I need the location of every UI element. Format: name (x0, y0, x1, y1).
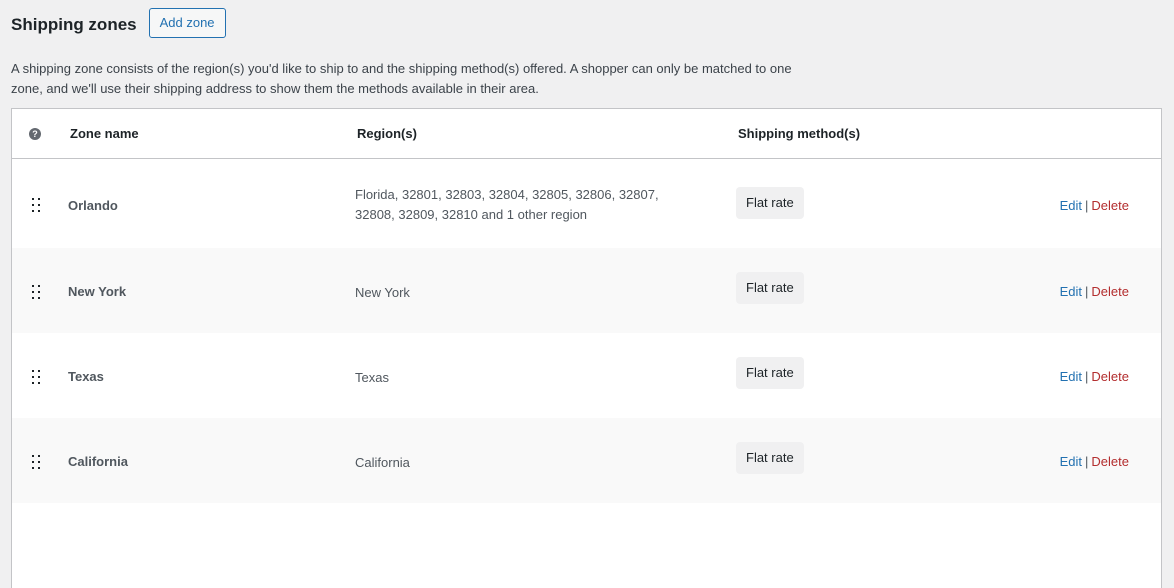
page-title: Shipping zones (11, 15, 137, 34)
zone-regions: California (355, 455, 410, 470)
row-actions: Edit | Delete (1060, 369, 1129, 384)
column-header-regions: Region(s) (357, 126, 417, 141)
shipping-method-badge: Flat rate (736, 272, 804, 304)
column-header-zone-name: Zone name (70, 126, 139, 141)
row-actions: Edit | Delete (1060, 284, 1129, 299)
zone-name[interactable]: California (68, 454, 128, 469)
help-icon[interactable]: ? (29, 128, 41, 140)
shipping-zones-table: ? Zone name Region(s) Shipping method(s)… (11, 108, 1162, 588)
zone-name[interactable]: Orlando (68, 198, 118, 213)
edit-link[interactable]: Edit (1060, 198, 1082, 213)
table-row: California California Flat rate Edit | Del… (12, 418, 1161, 503)
action-separator: | (1085, 198, 1089, 213)
zone-regions: New York (355, 285, 410, 300)
delete-link[interactable]: Delete (1091, 454, 1129, 469)
row-actions: Edit | Delete (1060, 198, 1129, 213)
action-separator: | (1085, 369, 1089, 384)
edit-link[interactable]: Edit (1060, 454, 1082, 469)
drag-handle-icon[interactable] (32, 370, 40, 384)
add-zone-button[interactable]: Add zone (148, 8, 226, 38)
table-row: Texas Texas Flat rate Edit | Delete (12, 333, 1161, 418)
zone-regions: Florida, 32801, 32803, 32804, 32805, 328… (355, 187, 659, 222)
edit-link[interactable]: Edit (1060, 369, 1082, 384)
delete-link[interactable]: Delete (1091, 198, 1129, 213)
table-header: ? Zone name Region(s) Shipping method(s) (12, 109, 1161, 159)
column-header-shipping-methods: Shipping method(s) (738, 126, 861, 141)
page-description: A shipping zone consists of the region(s… (11, 61, 792, 96)
delete-link[interactable]: Delete (1091, 369, 1129, 384)
edit-link[interactable]: Edit (1060, 284, 1082, 299)
delete-link[interactable]: Delete (1091, 284, 1129, 299)
action-separator: | (1085, 454, 1089, 469)
table-row-partial (12, 503, 1161, 588)
drag-handle-icon[interactable] (32, 198, 40, 212)
action-separator: | (1085, 284, 1089, 299)
table-row: New York New York Flat rate Edit | Delete (12, 248, 1161, 333)
table-body: Orlando Florida, 32801, 32803, 32804, 32… (12, 159, 1161, 588)
page-header: Shipping zones Add zone (11, 8, 226, 38)
zone-regions: Texas (355, 370, 389, 385)
drag-handle-icon[interactable] (32, 285, 40, 299)
shipping-method-badge: Flat rate (736, 357, 804, 389)
shipping-method-badge: Flat rate (736, 187, 804, 219)
drag-handle-icon[interactable] (32, 455, 40, 469)
table-row: Orlando Florida, 32801, 32803, 32804, 32… (12, 159, 1161, 248)
shipping-method-badge: Flat rate (736, 442, 804, 474)
zone-name[interactable]: New York (68, 284, 126, 299)
row-actions: Edit | Delete (1060, 454, 1129, 469)
zone-name[interactable]: Texas (68, 369, 104, 384)
